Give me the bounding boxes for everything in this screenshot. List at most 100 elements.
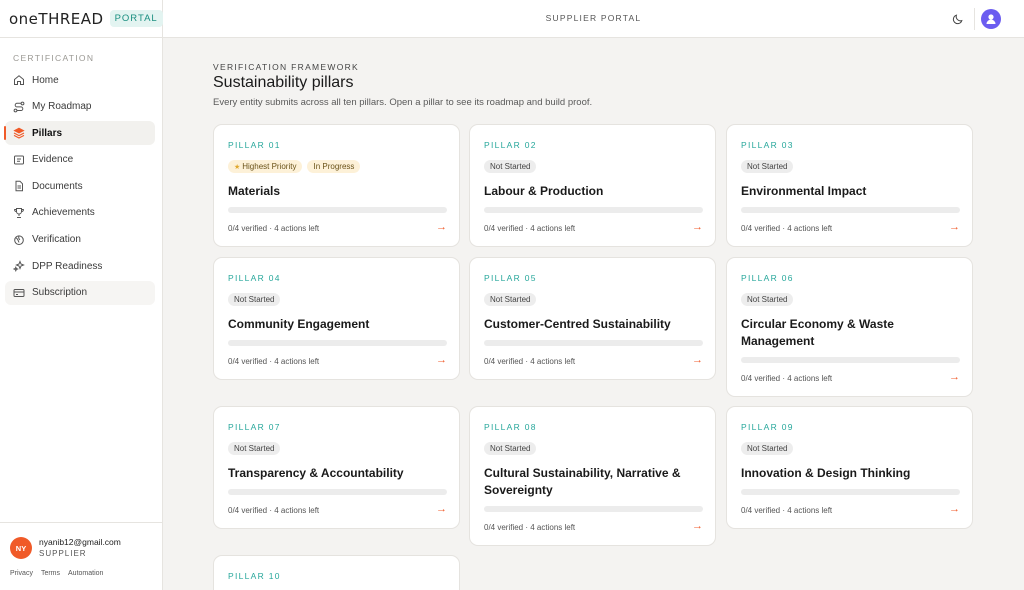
status-badge: Not Started (484, 293, 537, 306)
progress-bar (741, 207, 960, 213)
pillar-card-09[interactable]: PILLAR 09 Not Started Innovation & Desig… (726, 406, 973, 529)
pillar-number: PILLAR 01 (228, 140, 281, 150)
pillar-number: PILLAR 09 (741, 422, 794, 432)
pillar-meta: 0/4 verified · 4 actions left (484, 224, 576, 233)
sidebar-item-pillars[interactable]: Pillars (4, 121, 155, 146)
top-bar: SUPPLIER PORTAL (163, 0, 1024, 38)
pillar-title: Community Engagement (228, 317, 370, 331)
sidebar-item-label: Subscription (32, 287, 88, 299)
home-icon (13, 74, 25, 86)
pillar-meta: 0/4 verified · 4 actions left (484, 523, 576, 532)
progress-bar (484, 506, 703, 512)
pillar-title: Transparency & Accountability (228, 466, 404, 480)
pillar-meta: 0/4 verified · 4 actions left (484, 357, 576, 366)
sidebar: oneTHREAD PORTAL CERTIFICATION Home My R… (0, 0, 163, 590)
sidebar-item-dpp-readiness[interactable]: DPP Readiness (5, 254, 155, 278)
pillar-meta: 0/4 verified · 4 actions left (228, 506, 320, 515)
tags: Not Started (228, 442, 281, 455)
arrow-right-icon[interactable]: → (949, 221, 960, 233)
eyebrow: VERIFICATION FRAMEWORK (213, 62, 360, 72)
arrow-right-icon[interactable]: → (949, 371, 960, 383)
sidebar-item-verification[interactable]: Verification (5, 228, 155, 252)
tags: Not Started (484, 160, 537, 173)
status-badge: Not Started (228, 293, 281, 306)
pillar-meta: 0/4 verified · 4 actions left (741, 374, 833, 383)
footer-links: Privacy Terms Automation (10, 570, 103, 577)
layers-icon (13, 127, 25, 139)
pillar-number: PILLAR 10 (228, 571, 281, 581)
sidebar-item-achievements[interactable]: Achievements (5, 201, 155, 225)
pillar-card-08[interactable]: PILLAR 08 Not Started Cultural Sustainab… (469, 406, 716, 546)
pillar-card-07[interactable]: PILLAR 07 Not Started Transparency & Acc… (213, 406, 460, 529)
logo[interactable]: oneTHREAD (9, 10, 104, 28)
arrow-right-icon[interactable]: → (692, 520, 703, 532)
tags: Not Started (484, 293, 537, 306)
evidence-icon (13, 154, 25, 166)
pillar-card-03[interactable]: PILLAR 03 Not Started Environmental Impa… (726, 124, 973, 247)
arrow-right-icon[interactable]: → (436, 503, 447, 515)
trophy-icon (13, 207, 25, 219)
sidebar-item-evidence[interactable]: Evidence (5, 148, 155, 172)
status-badge: Not Started (741, 442, 794, 455)
pillar-card-10[interactable]: PILLAR 10 (213, 555, 460, 590)
tags: ★ Highest Priority In Progress (228, 160, 361, 173)
pillar-card-06[interactable]: PILLAR 06 Not Started Circular Economy &… (726, 257, 973, 397)
portal-title: SUPPLIER PORTAL (545, 13, 642, 23)
page-title: Sustainability pillars (213, 74, 354, 91)
progress-bar (228, 207, 447, 213)
pillar-title: Circular Economy & Waste Management (741, 317, 894, 348)
status-badge: Not Started (228, 442, 281, 455)
user-menu-button[interactable] (981, 9, 1001, 29)
tags: Not Started (741, 442, 794, 455)
sidebar-item-label: Achievements (32, 207, 95, 219)
pillar-title: Customer-Centred Sustainability (484, 317, 671, 331)
dark-mode-toggle[interactable] (950, 11, 966, 27)
user-profile[interactable]: NY nyanib12@gmail.com SUPPLIER Privacy T… (0, 522, 163, 590)
tags: Not Started (741, 293, 794, 306)
terms-link[interactable]: Terms (41, 570, 60, 577)
status-badge: Not Started (741, 293, 794, 306)
portal-badge: PORTAL (109, 10, 163, 27)
automation-link[interactable]: Automation (68, 570, 103, 577)
tags: Not Started (741, 160, 794, 173)
arrow-right-icon[interactable]: → (436, 354, 447, 366)
pillar-title: Innovation & Design Thinking (741, 466, 911, 480)
pillar-card-01[interactable]: PILLAR 01 ★ Highest Priority In Progress… (213, 124, 460, 247)
arrow-right-icon[interactable]: → (949, 503, 960, 515)
pillar-meta: 0/4 verified · 4 actions left (741, 506, 833, 515)
brand: oneTHREAD PORTAL (0, 0, 163, 38)
user-icon (986, 14, 996, 24)
tags: Not Started (228, 293, 281, 306)
pillar-title: Materials (228, 184, 281, 198)
status-badge: Not Started (484, 442, 537, 455)
pillar-card-04[interactable]: PILLAR 04 Not Started Community Engageme… (213, 257, 460, 380)
pillar-title: Cultural Sustainability, Narrative & Sov… (484, 466, 681, 497)
pillar-card-02[interactable]: PILLAR 02 Not Started Labour & Productio… (469, 124, 716, 247)
user-email: nyanib12@gmail.com (39, 537, 121, 547)
sidebar-item-my-roadmap[interactable]: My Roadmap (5, 95, 155, 119)
document-icon (13, 180, 25, 192)
sidebar-item-documents[interactable]: Documents (5, 174, 155, 198)
sidebar-item-subscription[interactable]: Subscription (5, 280, 155, 305)
sidebar-item-label: Pillars (32, 127, 63, 139)
progress-bar (741, 357, 960, 363)
progress-bar (228, 340, 447, 346)
pillar-meta: 0/4 verified · 4 actions left (228, 357, 320, 366)
status-badge: Not Started (484, 160, 537, 173)
sidebar-item-home[interactable]: Home (5, 68, 155, 92)
arrow-right-icon[interactable]: → (436, 221, 447, 233)
progress-bar (484, 207, 703, 213)
status-badge: Not Started (741, 160, 794, 173)
sidebar-item-label: Evidence (32, 154, 74, 166)
sidebar-item-label: Home (32, 74, 59, 86)
pillar-card-05[interactable]: PILLAR 05 Not Started Customer-Centred S… (469, 257, 716, 380)
arrow-right-icon[interactable]: → (692, 354, 703, 366)
page-subtitle: Every entity submits across all ten pill… (213, 97, 593, 108)
pillar-number: PILLAR 07 (228, 422, 281, 432)
arrow-right-icon[interactable]: → (692, 221, 703, 233)
pillar-number: PILLAR 04 (228, 273, 281, 283)
privacy-link[interactable]: Privacy (10, 570, 33, 577)
avatar[interactable]: NY (10, 537, 32, 559)
pillar-number: PILLAR 08 (484, 422, 537, 432)
pillar-number: PILLAR 02 (484, 140, 537, 150)
